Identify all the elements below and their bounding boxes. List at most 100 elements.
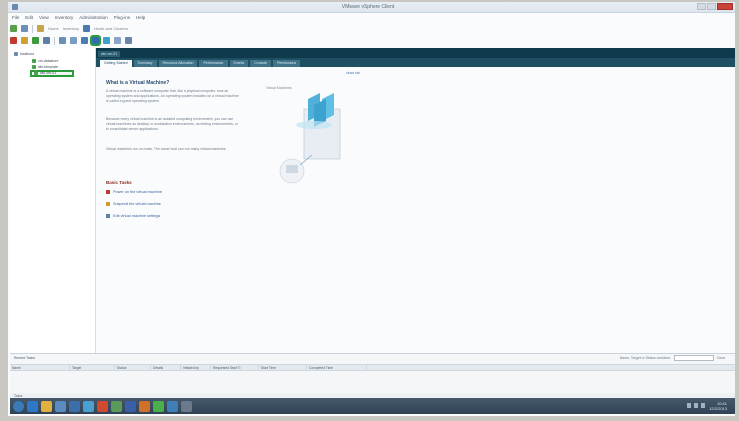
page-title: What is a Virtual Machine? xyxy=(106,80,170,86)
menu-bar: File Edit View Inventory Administration … xyxy=(8,14,145,22)
menu-file[interactable]: File xyxy=(12,14,19,22)
tasks-filter: Name, Target or Status contains: Clear xyxy=(620,355,725,361)
back-icon[interactable] xyxy=(10,25,17,32)
tab-permissions[interactable]: Permissions xyxy=(273,60,301,67)
menu-administration[interactable]: Administration xyxy=(79,14,108,22)
stop-icon[interactable] xyxy=(10,37,17,44)
app-icon[interactable] xyxy=(55,400,66,412)
system-tray xyxy=(687,403,705,408)
menu-inventory[interactable]: Inventory xyxy=(55,14,74,22)
recent-tasks-panel: Recent Tasks Name, Target or Status cont… xyxy=(10,353,735,393)
menu-view[interactable]: View xyxy=(39,14,49,22)
object-header: win-vm-01 xyxy=(96,48,735,58)
app-icon[interactable] xyxy=(181,400,192,412)
vm-icon xyxy=(32,65,36,69)
column-header[interactable]: Completed Time xyxy=(307,365,367,370)
close-tab-link[interactable]: close tab xyxy=(346,71,360,75)
tree-item-root[interactable]: localhost xyxy=(14,52,34,56)
column-header[interactable]: Target xyxy=(70,365,115,370)
filter-input[interactable] xyxy=(673,355,714,361)
column-header[interactable]: Initiated by xyxy=(181,365,211,370)
tree-item[interactable]: win-vm-01 xyxy=(34,71,56,75)
maximize-button[interactable] xyxy=(707,3,716,10)
console-icon[interactable] xyxy=(90,35,101,46)
tray-icon[interactable] xyxy=(694,403,698,408)
tab-performance[interactable]: Performance xyxy=(199,60,228,67)
breadcrumb-home[interactable]: Home xyxy=(48,26,59,31)
toolbar-separator xyxy=(32,24,33,33)
app-icon[interactable] xyxy=(111,400,122,412)
paragraph: A virtual machine is a software computer… xyxy=(106,89,239,103)
filter-label: Name, Target or Status contains: xyxy=(619,356,671,360)
app-icon[interactable] xyxy=(69,400,80,412)
app-icon[interactable] xyxy=(139,400,150,412)
app-icon[interactable] xyxy=(167,400,178,412)
tab-events[interactable]: Events xyxy=(229,60,249,67)
revert-icon[interactable] xyxy=(70,37,77,44)
clear-link[interactable]: Clear xyxy=(717,356,725,360)
breadcrumb-hosts-clusters[interactable]: Hosts and Clusters xyxy=(94,26,128,31)
home-icon[interactable] xyxy=(37,25,44,32)
close-button[interactable] xyxy=(717,3,733,10)
snapshot-icon[interactable] xyxy=(59,37,66,44)
window-title: VMware vSphere Client xyxy=(341,4,395,10)
os-taskbar: 10:41 12/2/2013 xyxy=(10,398,735,414)
refresh-icon[interactable] xyxy=(43,37,50,44)
task-edit-settings[interactable]: Edit virtual machine settings xyxy=(106,214,160,218)
browser-icon[interactable] xyxy=(27,400,38,412)
menu-plugins[interactable]: Plug-ins xyxy=(114,14,130,22)
folder-icon[interactable] xyxy=(41,400,52,412)
host-icon xyxy=(14,52,18,56)
tab-getting-started[interactable]: Getting Started xyxy=(100,60,132,67)
column-header[interactable]: Requested Start Ti xyxy=(211,365,259,370)
paragraph: Because every virtual machine is an isol… xyxy=(106,117,238,131)
app-icon[interactable] xyxy=(153,400,164,412)
minimize-button[interactable] xyxy=(697,3,706,10)
tray-icon[interactable] xyxy=(687,403,691,408)
manager-icon[interactable] xyxy=(81,37,88,44)
column-header[interactable]: Details xyxy=(151,365,181,370)
clock[interactable]: 10:41 12/2/2013 xyxy=(709,401,727,411)
app-icon xyxy=(12,4,18,10)
app-icon[interactable] xyxy=(97,400,108,412)
inventory-tree: localhost vm-datastore win-template win-… xyxy=(10,48,96,353)
pause-icon[interactable] xyxy=(21,37,28,44)
app-icon[interactable] xyxy=(125,400,136,412)
device-icon[interactable] xyxy=(125,37,132,44)
tree-item[interactable]: win-template xyxy=(32,65,58,69)
tab-resource-allocation[interactable]: Resource Allocation xyxy=(158,60,198,67)
network-icon[interactable] xyxy=(103,37,110,44)
settings-icon[interactable] xyxy=(114,37,121,44)
tasks-table-header: Name Target Status Details Initiated by … xyxy=(10,364,735,371)
forward-icon[interactable] xyxy=(21,25,28,32)
tab-summary[interactable]: Summary xyxy=(133,60,157,67)
recent-tasks-title: Recent Tasks xyxy=(14,356,35,360)
power-icon xyxy=(106,190,110,194)
column-header[interactable]: Status xyxy=(115,365,151,370)
vm-icon xyxy=(34,71,38,75)
screen: VMware vSphere Client File Edit View Inv… xyxy=(8,2,735,416)
tray-icon[interactable] xyxy=(701,403,705,408)
vm-toolbar xyxy=(10,35,132,46)
paragraph: Virtual machines run on hosts. The same … xyxy=(106,147,227,151)
window-controls xyxy=(697,3,733,10)
task-power-on[interactable]: Power on the virtual machine xyxy=(106,190,162,194)
tab-console[interactable]: Console xyxy=(250,60,272,67)
object-tab[interactable]: win-vm-01 xyxy=(98,51,121,57)
app-icon[interactable] xyxy=(83,400,94,412)
vm-diagram: Virtual Machines xyxy=(264,79,374,189)
column-header[interactable]: Name xyxy=(10,365,70,370)
start-icon[interactable] xyxy=(13,400,24,412)
hosts-clusters-icon[interactable] xyxy=(83,25,91,32)
menu-edit[interactable]: Edit xyxy=(25,14,33,22)
toolbar-separator xyxy=(54,36,55,45)
column-header[interactable]: Start Time xyxy=(259,365,307,370)
task-suspend[interactable]: Suspend the virtual machine xyxy=(106,202,161,206)
play-icon[interactable] xyxy=(32,37,39,44)
diagram-label: Virtual Machines xyxy=(266,86,292,90)
breadcrumb-inventory[interactable]: Inventory xyxy=(63,26,79,31)
vm-illustration: Virtual Machines xyxy=(266,86,341,184)
tree-item[interactable]: vm-datastore xyxy=(32,59,58,63)
menu-help[interactable]: Help xyxy=(136,14,145,22)
subtab-bar: Getting Started Summary Resource Allocat… xyxy=(96,58,735,67)
